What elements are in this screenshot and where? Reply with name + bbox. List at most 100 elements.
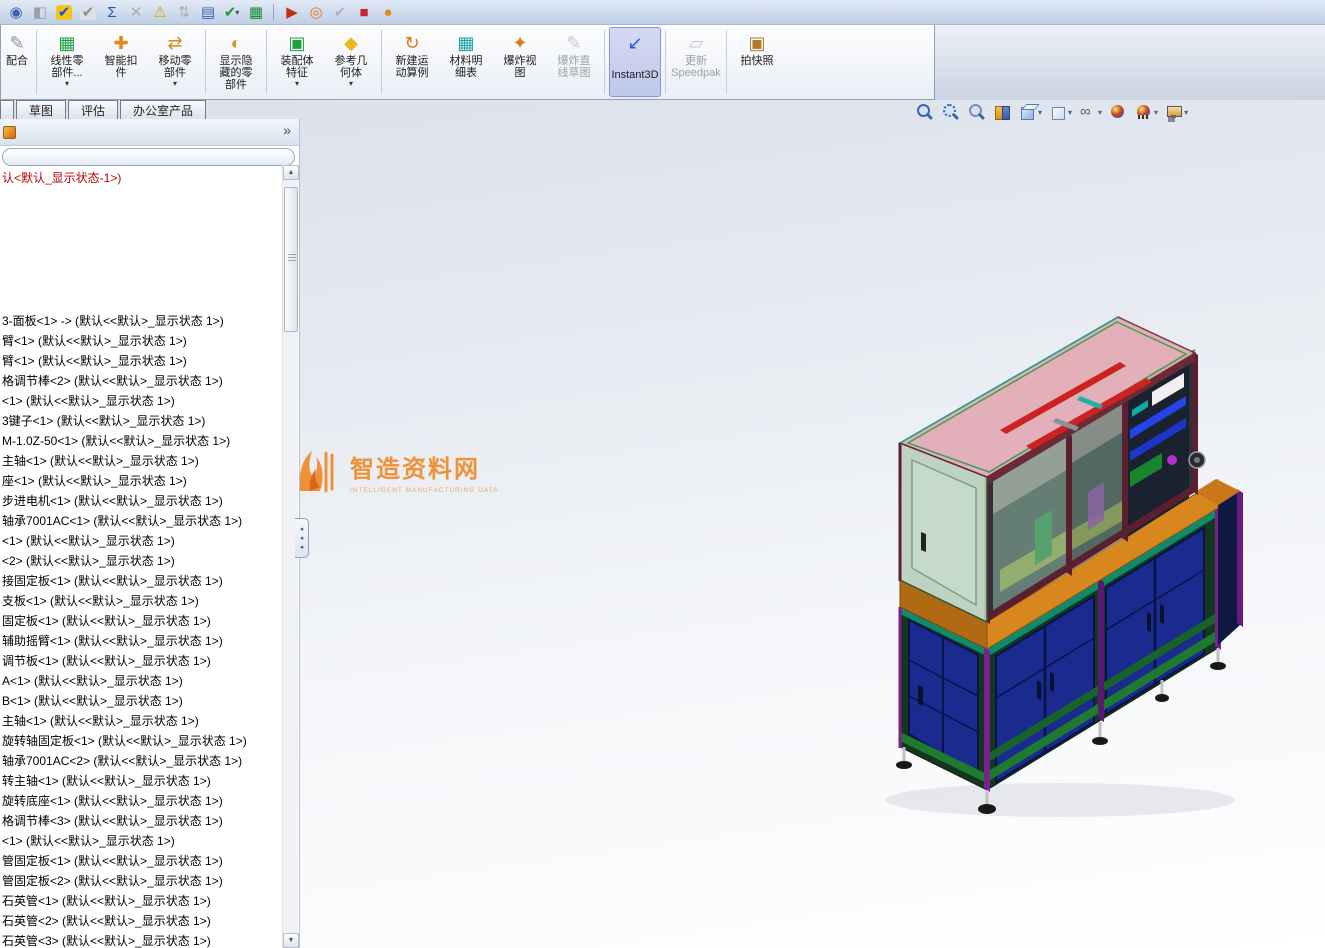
tree-item[interactable]: <1> (默认<<默认>_显示状态 1>) xyxy=(2,831,281,851)
ribbon-button-label: 装配体 特征 xyxy=(280,55,314,79)
tab-assembly-partial[interactable] xyxy=(0,100,14,119)
tree-item[interactable]: 石英管<3> (默认<<默认>_显示状态 1>) xyxy=(2,931,281,948)
tree-item[interactable]: 主轴<1> (默认<<默认>_显示状态 1>) xyxy=(2,451,281,471)
tree-item[interactable]: <2> (默认<<默认>_显示状态 1>) xyxy=(2,551,281,571)
ribbon-separator xyxy=(381,30,382,94)
equations-icon[interactable]: Σ xyxy=(101,2,122,23)
zoom-to-fit-icon[interactable] xyxy=(915,103,934,121)
design-table-icon[interactable]: ▦ xyxy=(245,2,266,23)
tree-item[interactable]: 调节板<1> (默认<<默认>_显示状态 1>) xyxy=(2,651,281,671)
tree-item[interactable]: 轴承7001AC<2> (默认<<默认>_显示状态 1>) xyxy=(2,751,281,771)
ribbon-separator xyxy=(604,30,605,94)
tree-item[interactable]: 石英管<2> (默认<<默认>_显示状态 1>) xyxy=(2,911,281,931)
rebuild-warning-icon[interactable]: ⚠ xyxy=(149,2,170,23)
apply-scene-icon[interactable]: ▾ xyxy=(1135,103,1158,121)
take-snapshot-button[interactable]: ▣ 拍快照 xyxy=(731,27,783,97)
motion-arrow-icon[interactable]: ▶ xyxy=(281,2,302,23)
defeature-icon[interactable]: ◧ xyxy=(29,2,50,23)
tree-item[interactable]: 臂<1> (默认<<默认>_显示状态 1>) xyxy=(2,331,281,351)
assembly-root-item[interactable]: 认<默认_显示状态-1>) xyxy=(2,169,121,186)
check-disabled-icon[interactable]: ✔ xyxy=(329,2,350,23)
chevron-down-icon: ▾ xyxy=(294,79,299,88)
move-component-button[interactable]: ⇄ 移动零 部件 ▾ xyxy=(149,27,201,97)
interference-check-icon[interactable]: ✕ xyxy=(125,2,146,23)
tree-item[interactable]: 旋转轴固定板<1> (默认<<默认>_显示状态 1>) xyxy=(2,731,281,751)
title-bar: ◉ ◧ ✔ ✔ Σ ✕ ⚠ ⇅ ▤ ✔ ▾ ▦ ▶ ◎ ✔ ■ ● xyxy=(0,0,1325,25)
assembly-features-button[interactable]: ▣ 装配体 特征 ▾ xyxy=(271,27,323,97)
selection-filter-on-icon[interactable]: ✔ xyxy=(53,2,74,23)
smart-fasteners-button[interactable]: ✚ 智能扣 件 xyxy=(95,27,147,97)
selection-filter-off-icon[interactable]: ✔ xyxy=(77,2,98,23)
exploded-view-button[interactable]: ✦ 爆炸视 图 xyxy=(494,27,546,97)
tree-item[interactable]: 格调节棒<2> (默认<<默认>_显示状态 1>) xyxy=(2,371,281,391)
tree-item[interactable]: B<1> (默认<<默认>_显示状态 1>) xyxy=(2,691,281,711)
tree-item[interactable]: 接固定板<1> (默认<<默认>_显示状态 1>) xyxy=(2,571,281,591)
compare-documents-icon[interactable]: ▤ xyxy=(197,2,218,23)
previous-view-icon[interactable] xyxy=(967,103,986,121)
align-icon[interactable]: ⇅ xyxy=(173,2,194,23)
tree-item[interactable]: <1> (默认<<默认>_显示状态 1>) xyxy=(2,391,281,411)
machine-3d-model[interactable] xyxy=(300,100,1325,948)
tree-item[interactable]: 步进电机<1> (默认<<默认>_显示状态 1>) xyxy=(2,491,281,511)
feature-manager-panel: » 认<默认_显示状态-1>) 3-面板<1> -> (默认<<默认>_显示状态… xyxy=(0,119,300,948)
tree-item[interactable]: 3键子<1> (默认<<默认>_显示状态 1>) xyxy=(2,411,281,431)
tree-item[interactable]: 3-面板<1> -> (默认<<默认>_显示状态 1>) xyxy=(2,311,281,331)
tree-item[interactable]: 辅助摇臂<1> (默认<<默认>_显示状态 1>) xyxy=(2,631,281,651)
zoom-to-area-icon[interactable] xyxy=(941,103,960,121)
tree-item[interactable]: <1> (默认<<默认>_显示状态 1>) xyxy=(2,531,281,551)
color-blocks-icon[interactable]: ■ xyxy=(353,2,374,23)
feature-manager-filter-bar[interactable] xyxy=(2,148,295,166)
new-motion-study-button[interactable]: ↻ 新建运 动算例 xyxy=(386,27,438,97)
verification-icon[interactable]: ✔ ▾ xyxy=(221,2,242,23)
tree-item[interactable]: 臂<1> (默认<<默认>_显示状态 1>) xyxy=(2,351,281,371)
tree-item[interactable]: 主轴<1> (默认<<默认>_显示状态 1>) xyxy=(2,711,281,731)
ribbon-button-label: 参考几 何体 xyxy=(334,55,368,79)
chevron-down-icon: ▾ xyxy=(1184,107,1189,117)
ribbon-button-icon: ↙ xyxy=(627,33,643,53)
command-tabs: 草图 评估 办公室产品 xyxy=(0,100,207,119)
chevron-down-icon: ▾ xyxy=(348,79,353,88)
bill-of-materials-button[interactable]: ▦ 材料明 细表 xyxy=(440,27,492,97)
tree-item[interactable]: 石英管<1> (默认<<默认>_显示状态 1>) xyxy=(2,891,281,911)
display-style-icon[interactable]: ▾ xyxy=(1049,103,1072,121)
view-settings-icon[interactable]: ▾ xyxy=(1165,103,1188,121)
expand-chevron-icon[interactable]: » xyxy=(283,122,291,138)
view-orientation-icon[interactable]: ▾ xyxy=(1019,103,1042,121)
tree-item[interactable]: 旋转底座<1> (默认<<默认>_显示状态 1>) xyxy=(2,791,281,811)
command-tab[interactable]: 办公室产品 xyxy=(120,100,207,119)
render-sphere-icon[interactable]: ● xyxy=(377,2,398,23)
hide-show-items-icon[interactable]: ▾ xyxy=(1079,103,1102,121)
tree-item[interactable]: 管固定板<2> (默认<<默认>_显示状态 1>) xyxy=(2,871,281,891)
tree-item[interactable]: M-1.0Z-50<1> (默认<<默认>_显示状态 1>) xyxy=(2,431,281,451)
tree-item[interactable]: 固定板<1> (默认<<默认>_显示状态 1>) xyxy=(2,611,281,631)
tree-item[interactable]: 格调节棒<3> (默认<<默认>_显示状态 1>) xyxy=(2,811,281,831)
mate-button[interactable]: ✎ 配合 xyxy=(2,27,32,97)
explode-line-sketch-button[interactable]: ✎ 爆炸直 线草图 xyxy=(548,27,600,97)
ribbon-button-label: 移动零 部件 xyxy=(158,55,192,79)
reference-geometry-button[interactable]: ◆ 参考几 何体 ▾ xyxy=(325,27,377,97)
tree-item[interactable]: A<1> (默认<<默认>_显示状态 1>) xyxy=(2,671,281,691)
tree-item[interactable]: 支板<1> (默认<<默认>_显示状态 1>) xyxy=(2,591,281,611)
command-tab[interactable]: 草图 xyxy=(16,100,67,119)
command-tab[interactable]: 评估 xyxy=(68,100,119,119)
scroll-up-icon[interactable]: ▲ xyxy=(283,165,299,180)
quick-access-toolbar: ◉ ◧ ✔ ✔ Σ ✕ ⚠ ⇅ ▤ ✔ ▾ ▦ ▶ ◎ ✔ ■ ● xyxy=(0,0,1325,24)
tree-item[interactable]: 管固定板<1> (默认<<默认>_显示状态 1>) xyxy=(2,851,281,871)
panel-splitter-handle[interactable]: ◂ ◂ ◂ xyxy=(295,518,309,558)
tree-item[interactable]: 轴承7001AC<1> (默认<<默认>_显示状态 1>) xyxy=(2,511,281,531)
ribbon-button-icon: ▦ xyxy=(58,33,76,53)
scrollbar-thumb[interactable] xyxy=(284,187,298,332)
performance-gauge-icon[interactable]: ◉ xyxy=(5,2,26,23)
edit-appearance-icon[interactable] xyxy=(1109,103,1128,121)
show-hidden-components-button[interactable]: ◐ 显示隐 藏的零 部件 xyxy=(210,27,262,97)
tree-item[interactable]: 座<1> (默认<<默认>_显示状态 1>) xyxy=(2,471,281,491)
instant3d-button[interactable]: ↙ Instant3D xyxy=(609,27,661,97)
window-background xyxy=(935,25,1325,100)
update-speedpak-button[interactable]: ▱ 更新 Speedpak xyxy=(670,27,722,97)
scroll-down-icon[interactable]: ▼ xyxy=(283,933,299,948)
ribbon-button-icon: ◐ xyxy=(230,33,242,53)
simulation-rings-icon[interactable]: ◎ xyxy=(305,2,326,23)
linear-component-pattern-button[interactable]: ▦ 线性零 部件... ▾ xyxy=(41,27,93,97)
tree-item[interactable]: 转主轴<1> (默认<<默认>_显示状态 1>) xyxy=(2,771,281,791)
section-view-icon[interactable] xyxy=(993,103,1012,121)
